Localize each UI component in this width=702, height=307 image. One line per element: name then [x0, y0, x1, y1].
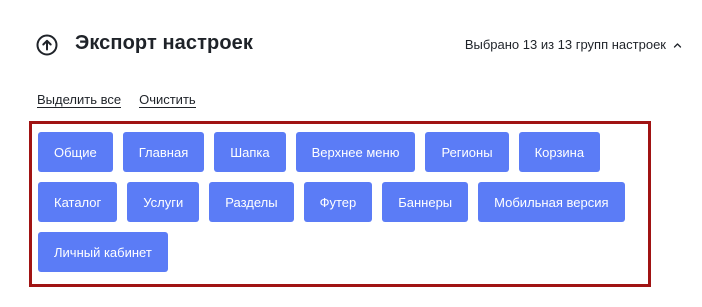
chip-row: Общие Главная Шапка Верхнее меню Регионы… [38, 132, 648, 172]
group-chip-regions[interactable]: Регионы [425, 132, 509, 172]
settings-groups-list: Общие Главная Шапка Верхнее меню Регионы… [38, 132, 648, 282]
clear-link[interactable]: Очистить [139, 92, 196, 108]
group-chip-personal-account[interactable]: Личный кабинет [38, 232, 168, 272]
select-all-link[interactable]: Выделить все [37, 92, 122, 108]
settings-groups-panel: Общие Главная Шапка Верхнее меню Регионы… [29, 121, 651, 287]
group-chip-services[interactable]: Услуги [127, 182, 200, 222]
group-chip-cart[interactable]: Корзина [518, 132, 601, 172]
export-header: Экспорт настроек Выбрано 13 из 13 групп … [36, 31, 686, 59]
group-chip-general[interactable]: Общие [38, 132, 113, 172]
page-title: Экспорт настроек [75, 32, 253, 54]
group-chip-main[interactable]: Главная [122, 132, 205, 172]
upload-circle-icon [36, 34, 58, 56]
chip-row: Личный кабинет [38, 232, 648, 272]
selection-summary-text: Выбрано 13 из 13 групп настроек [464, 37, 666, 52]
group-chip-top-menu[interactable]: Верхнее меню [295, 132, 416, 172]
selection-actions: Выделить все Очистить [37, 92, 196, 108]
group-chip-sections[interactable]: Разделы [209, 182, 294, 222]
group-chip-banners[interactable]: Баннеры [382, 182, 469, 222]
group-chip-catalog[interactable]: Каталог [38, 182, 118, 222]
group-chip-header[interactable]: Шапка [214, 132, 286, 172]
selection-summary-toggle[interactable]: Выбрано 13 из 13 групп настроек [465, 37, 682, 52]
group-chip-footer[interactable]: Футер [303, 182, 373, 222]
chevron-up-icon [673, 41, 682, 50]
group-chip-mobile-version[interactable]: Мобильная версия [478, 182, 625, 222]
chip-row: Каталог Услуги Разделы Футер Баннеры Моб… [38, 182, 648, 222]
